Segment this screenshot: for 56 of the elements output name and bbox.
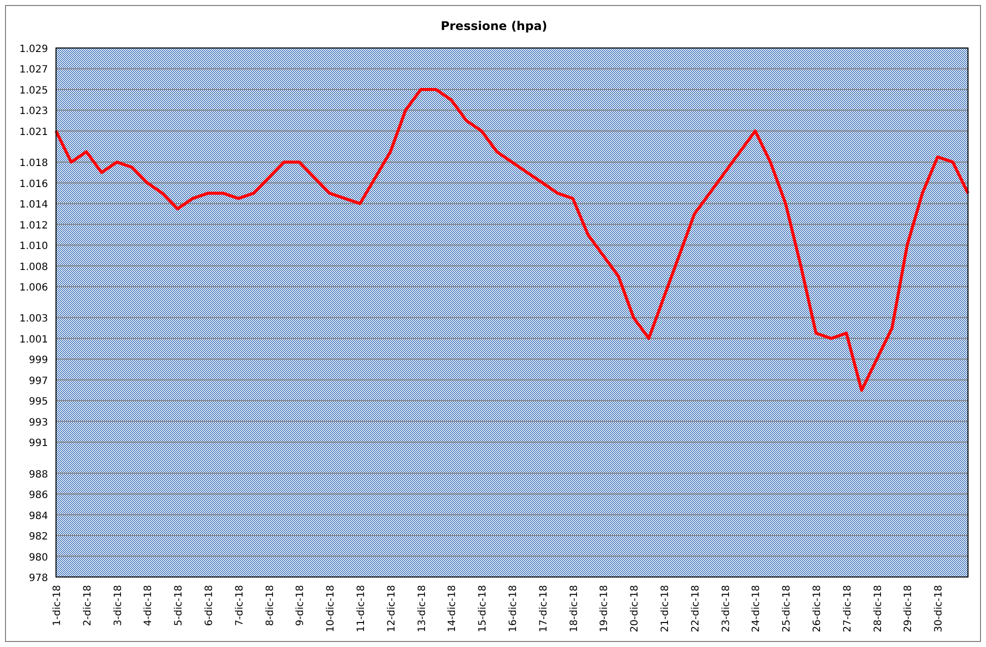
y-axis-label: 999: [28, 355, 48, 366]
x-axis-label: 21-dic-18: [660, 585, 671, 632]
x-axis-label: 16-dic-18: [508, 585, 519, 632]
x-axis-label: 4-dic-18: [143, 585, 154, 626]
y-axis-label: 980: [28, 552, 48, 564]
y-axis-label: 1.008: [19, 262, 48, 273]
x-axis-label: 8-dic-18: [264, 585, 276, 626]
x-axis-label: 22-dic-18: [690, 585, 702, 632]
x-axis-label: 17-dic-18: [538, 585, 550, 632]
y-axis-label: 1.018: [19, 158, 48, 170]
x-axis-label: 12-dic-18: [386, 585, 398, 632]
y-axis-label: 988: [28, 469, 48, 480]
y-axis-label: 1.003: [19, 314, 48, 325]
x-axis-label: 11-dic-18: [356, 585, 367, 632]
y-axis-label: 1.025: [19, 86, 48, 96]
y-axis-label: 986: [28, 490, 48, 502]
x-axis-label: 24-dic-18: [751, 585, 762, 632]
x-axis-label: 6-dic-18: [204, 585, 215, 626]
y-axis-label: 995: [28, 396, 48, 408]
y-axis-label: 1.027: [19, 64, 48, 76]
y-axis-label: 1.006: [19, 282, 48, 294]
chart-title: Pressione (hpa): [440, 19, 548, 33]
y-axis-label: 993: [28, 417, 48, 428]
x-axis-label: 30-dic-18: [934, 585, 945, 632]
x-axis-label: 5-dic-18: [174, 585, 185, 626]
x-axis-label: 15-dic-18: [478, 585, 489, 632]
x-axis-label: 3-dic-18: [112, 585, 124, 626]
x-axis-label: 13-dic-18: [416, 585, 428, 632]
x-axis-label: 27-dic-18: [842, 585, 854, 632]
x-axis-label: 7-dic-18: [234, 585, 246, 626]
y-axis-label: 991: [28, 438, 48, 450]
y-axis-label: 1.021: [19, 126, 48, 138]
y-axis-label: 978: [28, 573, 48, 584]
x-axis-label: 20-dic-18: [630, 585, 641, 632]
x-axis-label: 19-dic-18: [599, 585, 610, 632]
x-axis-label: 26-dic-18: [812, 585, 823, 632]
y-axis-label: 1.012: [19, 220, 48, 232]
y-axis-label: 1.010: [19, 241, 48, 252]
x-axis-label: 14-dic-18: [447, 585, 458, 632]
x-axis-label: 28-dic-18: [872, 585, 884, 632]
x-axis-label: 29-dic-18: [903, 585, 914, 632]
y-axis-label: 982: [28, 532, 48, 542]
y-axis-label: 1.016: [19, 178, 48, 190]
y-axis-label: 984: [28, 510, 48, 522]
y-axis-label: 997: [28, 376, 48, 387]
x-axis-label: 23-dic-18: [720, 585, 732, 632]
x-axis-label: 25-dic-18: [782, 585, 793, 632]
x-axis-label: 1-dic-18: [52, 585, 63, 626]
y-axis-label: 1.014: [19, 200, 48, 211]
y-axis-label: 1.029: [19, 44, 48, 55]
x-axis-label: 18-dic-18: [568, 585, 580, 632]
y-axis-label: 1.023: [19, 106, 48, 118]
x-axis-label: 10-dic-18: [326, 585, 337, 632]
x-axis-label: 2-dic-18: [82, 585, 94, 626]
y-axis-label: 1.001: [19, 334, 48, 346]
x-axis-label: 9-dic-18: [295, 585, 306, 626]
